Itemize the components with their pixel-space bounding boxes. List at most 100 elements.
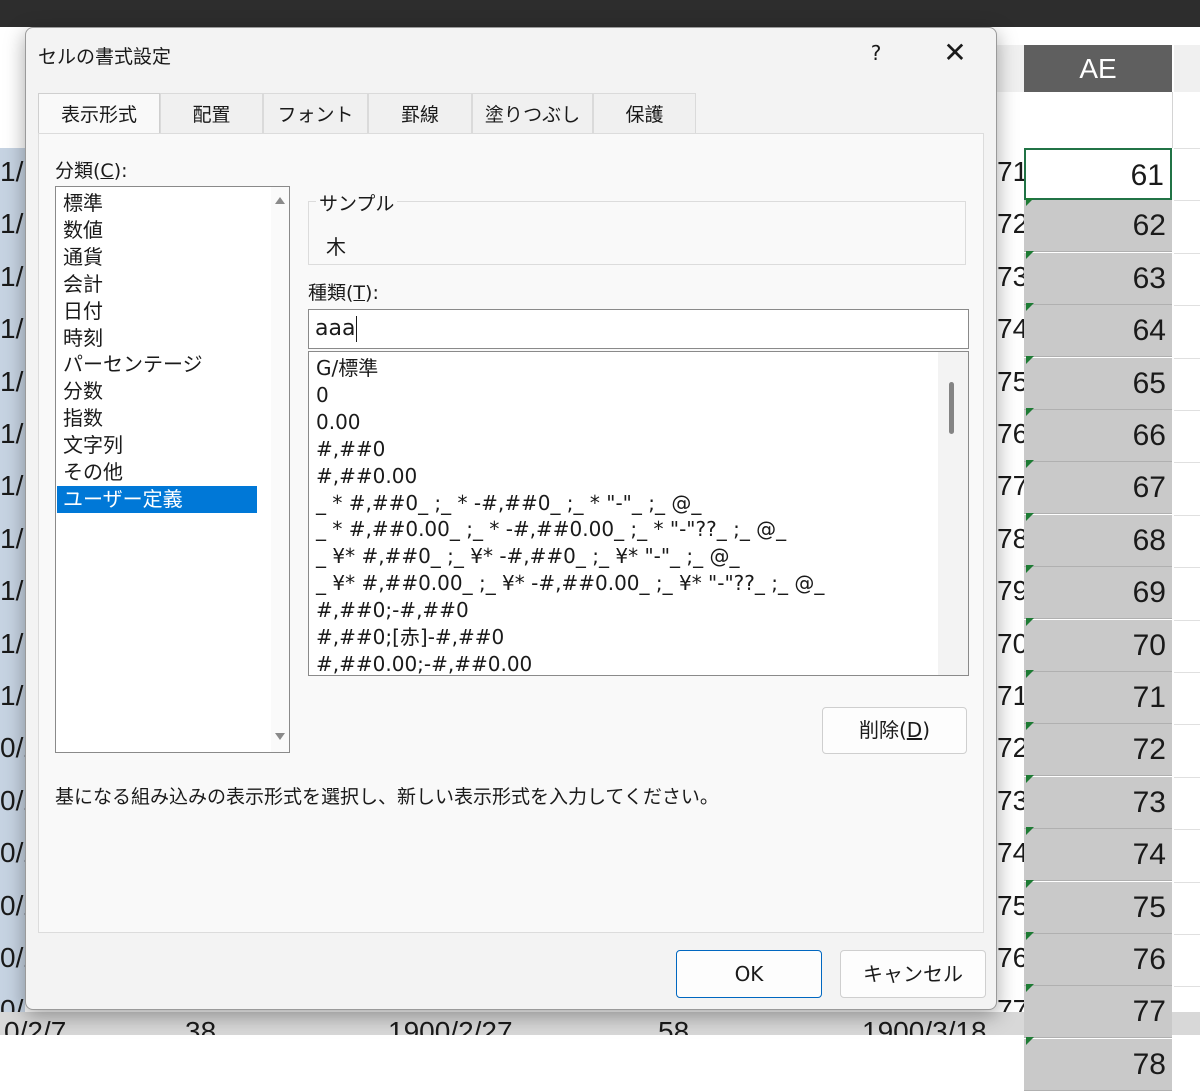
- category-item[interactable]: 分数: [57, 378, 257, 405]
- format-list[interactable]: G/標準 0 0.00 #,##0 #,##0.00 _ * #,##0_ ;_ * -#…: [308, 351, 969, 676]
- ok-button[interactable]: OK: [676, 950, 822, 998]
- column-header-ae[interactable]: AE: [1024, 45, 1172, 94]
- ae-cell[interactable]: 65: [1024, 357, 1172, 410]
- left-cell-fragment[interactable]: 0/2: [0, 785, 25, 817]
- left-column-strip[interactable]: 1/1/1/1/1/1/1/1/1/1/1/0/20/20/20/20/20/2: [0, 148, 25, 1035]
- partial-bottom-row[interactable]: 0/2/7381900/2/27581900/3/1878: [0, 1012, 1200, 1035]
- category-item[interactable]: ユーザー定義: [57, 485, 257, 513]
- mid-cell-fragment[interactable]: 79: [997, 575, 1024, 607]
- mid-cell-fragment[interactable]: 72: [997, 208, 1024, 240]
- format-item[interactable]: #,##0.00;-#,##0.00: [316, 651, 532, 675]
- format-item[interactable]: _ * #,##0.00_ ;_ * -#,##0.00_ ;_ * "-"??…: [316, 516, 786, 543]
- format-item[interactable]: #,##0.00: [316, 463, 417, 490]
- mid-cell-fragment[interactable]: 72: [997, 732, 1024, 764]
- category-item[interactable]: 数値: [57, 217, 257, 244]
- close-icon[interactable]: ✕: [931, 34, 979, 72]
- mid-cell-fragment[interactable]: 74: [997, 313, 1024, 345]
- format-item[interactable]: G/標準: [316, 355, 378, 382]
- next-column[interactable]: [1174, 92, 1200, 1035]
- tab-border[interactable]: 罫線: [368, 93, 472, 133]
- help-button[interactable]: ?: [864, 38, 888, 68]
- format-item[interactable]: 0.00: [316, 409, 361, 436]
- cancel-button[interactable]: キャンセル: [840, 950, 986, 998]
- ae-cell[interactable]: 63: [1024, 252, 1172, 305]
- bottom-cell[interactable]: 38: [185, 1012, 216, 1035]
- left-cell-fragment[interactable]: 1/: [0, 575, 25, 607]
- delete-button[interactable]: 削除(D): [822, 707, 967, 754]
- type-input[interactable]: aaa: [308, 309, 969, 349]
- mid-cell-fragment[interactable]: 75: [997, 890, 1024, 922]
- tab-font[interactable]: フォント: [263, 93, 368, 133]
- ae-cell[interactable]: 70: [1024, 619, 1172, 672]
- mid-cell-fragment[interactable]: 73: [997, 785, 1024, 817]
- mid-cell-fragment[interactable]: 70: [997, 628, 1024, 660]
- mid-cell-fragment[interactable]: 74: [997, 837, 1024, 869]
- category-item[interactable]: 指数: [57, 405, 257, 432]
- scroll-up-icon[interactable]: [275, 197, 285, 204]
- category-item[interactable]: 文字列: [57, 432, 257, 459]
- ae-cell[interactable]: 71: [1024, 672, 1172, 724]
- left-cell-fragment[interactable]: 1/: [0, 680, 25, 712]
- format-item[interactable]: #,##0;[赤]-#,##0: [316, 624, 504, 651]
- format-list-scrollbar[interactable]: [938, 352, 968, 675]
- left-cell-fragment[interactable]: 1/: [0, 261, 25, 293]
- mid-cell-fragment[interactable]: 73: [997, 261, 1024, 293]
- tab-fill[interactable]: 塗りつぶし: [472, 93, 593, 133]
- left-cell-fragment[interactable]: 0/2: [0, 732, 25, 764]
- category-scrollbar[interactable]: [271, 187, 289, 752]
- format-item[interactable]: 0: [316, 382, 329, 409]
- ae-cell[interactable]: 68: [1024, 514, 1172, 567]
- left-cell-fragment[interactable]: 1/: [0, 470, 25, 502]
- mid-cell-fragment[interactable]: 71: [997, 680, 1024, 712]
- format-item[interactable]: #,##0: [316, 436, 385, 463]
- tab-number-format[interactable]: 表示形式: [38, 93, 160, 135]
- bottom-cell[interactable]: 0/2/7: [4, 1012, 66, 1035]
- left-cell-fragment[interactable]: 0/2: [0, 837, 25, 869]
- tab-alignment[interactable]: 配置: [160, 93, 263, 133]
- left-cell-fragment[interactable]: 1/: [0, 313, 25, 345]
- format-item[interactable]: _ ¥* #,##0_ ;_ ¥* -#,##0_ ;_ ¥* "-"_ ;_ …: [316, 543, 740, 570]
- scroll-thumb[interactable]: [949, 382, 954, 434]
- ae-cell[interactable]: 75: [1024, 881, 1172, 934]
- ae-cell[interactable]: 78: [1024, 1038, 1172, 1091]
- ae-cell[interactable]: 77: [1024, 986, 1172, 1039]
- mid-cell-fragment[interactable]: 71: [997, 156, 1024, 188]
- scroll-down-icon[interactable]: [275, 733, 285, 740]
- ae-cell[interactable]: 69: [1024, 567, 1172, 620]
- ae-cell[interactable]: 62: [1024, 200, 1172, 253]
- tab-protection[interactable]: 保護: [593, 93, 696, 133]
- mid-cell-fragment[interactable]: 77: [997, 470, 1024, 502]
- category-item[interactable]: 日付: [57, 298, 257, 325]
- bottom-cell[interactable]: 58: [658, 1012, 689, 1035]
- category-item[interactable]: その他: [57, 459, 257, 486]
- ae-cell[interactable]: 66: [1024, 410, 1172, 462]
- format-item[interactable]: _ * #,##0_ ;_ * -#,##0_ ;_ * "-"_ ;_ @_: [316, 490, 701, 517]
- left-cell-fragment[interactable]: 1/: [0, 418, 25, 450]
- category-item[interactable]: 時刻: [57, 325, 257, 352]
- ae-cell[interactable]: 76: [1024, 934, 1172, 986]
- cell-ae-empty[interactable]: [1024, 92, 1173, 148]
- format-item[interactable]: _ ¥* #,##0.00_ ;_ ¥* -#,##0.00_ ;_ ¥* "-…: [316, 570, 824, 597]
- mid-cell-fragment[interactable]: 75: [997, 366, 1024, 398]
- ae-cell[interactable]: 67: [1024, 462, 1172, 515]
- left-cell-fragment[interactable]: 1/: [0, 208, 25, 240]
- left-cell-fragment[interactable]: 0/2: [0, 942, 25, 974]
- ae-cell[interactable]: 61: [1024, 148, 1172, 200]
- bottom-cell[interactable]: 1900/3/18: [862, 1012, 987, 1035]
- mid-cell-fragment[interactable]: 76: [997, 942, 1024, 974]
- mid-cell-fragment[interactable]: 78: [997, 523, 1024, 555]
- left-cell-fragment[interactable]: 1/: [0, 628, 25, 660]
- left-cell-fragment[interactable]: 1/: [0, 366, 25, 398]
- ae-cell[interactable]: 73: [1024, 776, 1172, 829]
- category-item[interactable]: 通貨: [57, 244, 257, 271]
- format-item[interactable]: #,##0;-#,##0: [316, 597, 469, 624]
- category-item[interactable]: 会計: [57, 271, 257, 298]
- ae-cell[interactable]: 64: [1024, 305, 1172, 358]
- ae-cell[interactable]: 72: [1024, 724, 1172, 777]
- mid-cell-fragment[interactable]: 76: [997, 418, 1024, 450]
- left-cell-fragment[interactable]: 1/: [0, 156, 25, 188]
- left-cell-fragment[interactable]: 1/: [0, 523, 25, 555]
- category-item[interactable]: パーセンテージ: [57, 351, 257, 378]
- category-item[interactable]: 標準: [57, 190, 257, 217]
- left-cell-fragment[interactable]: 0/2: [0, 890, 25, 922]
